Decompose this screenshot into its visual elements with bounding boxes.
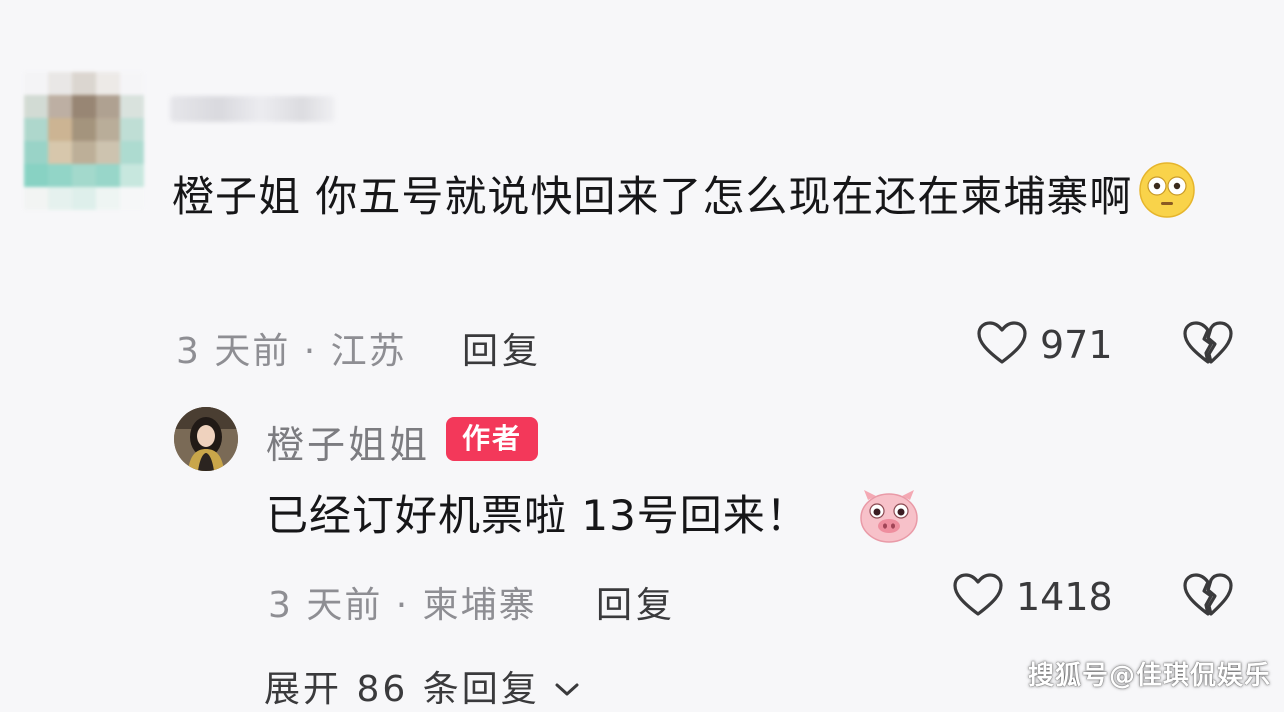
pig-face-emoji-icon bbox=[858, 488, 920, 544]
comment-body: 橙子姐 你五号就说快回来了怎么现在还在柬埔寨啊 bbox=[172, 158, 1212, 236]
like-count: 971 bbox=[1040, 323, 1113, 367]
author-reply-text: 已经订好机票啦 13号回来！ bbox=[266, 491, 809, 540]
reply-like-button[interactable] bbox=[952, 572, 1004, 618]
broken-heart-icon bbox=[1182, 572, 1234, 618]
reply-dislike-button[interactable] bbox=[1182, 572, 1234, 618]
author-avatar[interactable] bbox=[174, 407, 238, 471]
dislike-button[interactable] bbox=[1182, 320, 1234, 366]
chevron-down-icon bbox=[554, 681, 580, 699]
commenter-avatar[interactable] bbox=[24, 72, 144, 210]
heart-icon bbox=[952, 572, 1004, 618]
commenter-name-blurred[interactable] bbox=[170, 96, 335, 122]
broken-heart-icon bbox=[1182, 320, 1234, 366]
author-name[interactable]: 橙子姐姐 bbox=[266, 414, 430, 469]
expand-replies-label: 展开 86 条回复 bbox=[264, 669, 540, 710]
watermark: 搜狐号@佳琪侃娱乐 bbox=[1028, 661, 1272, 691]
expand-replies-button[interactable]: 展开 86 条回复 bbox=[264, 660, 580, 712]
reply-time-location: 3 天前 · 柬埔寨 bbox=[268, 585, 537, 626]
reply-like-count: 1418 bbox=[1016, 575, 1113, 619]
comment-text: 橙子姐 你五号就说快回来了怎么现在还在柬埔寨啊 bbox=[172, 172, 1133, 221]
comment-time-location: 3 天前 · 江苏 bbox=[176, 331, 407, 372]
flushed-face-emoji-icon bbox=[1138, 161, 1196, 219]
comment-reply-button[interactable]: 回复 bbox=[462, 322, 542, 374]
like-button[interactable] bbox=[976, 320, 1028, 366]
heart-icon bbox=[976, 320, 1028, 366]
author-badge: 作者 bbox=[446, 417, 538, 461]
reply-reply-button[interactable]: 回复 bbox=[596, 576, 676, 628]
